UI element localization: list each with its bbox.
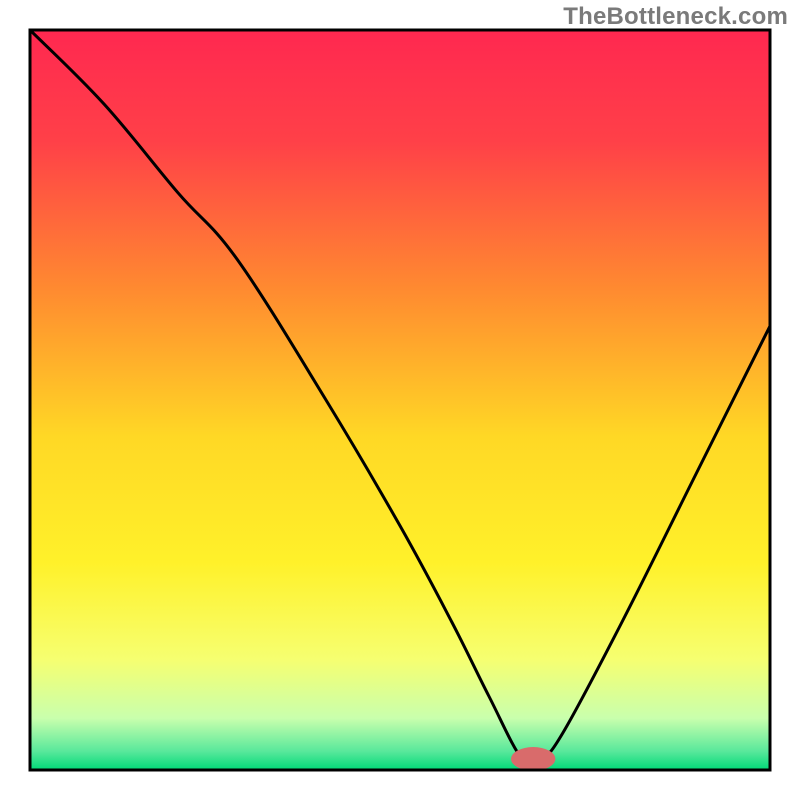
watermark-text: TheBottleneck.com (563, 3, 788, 31)
gradient-background (30, 30, 770, 770)
chart-container: TheBottleneck.com (0, 0, 800, 800)
bottleneck-marker (511, 747, 555, 771)
bottleneck-chart (0, 0, 800, 800)
